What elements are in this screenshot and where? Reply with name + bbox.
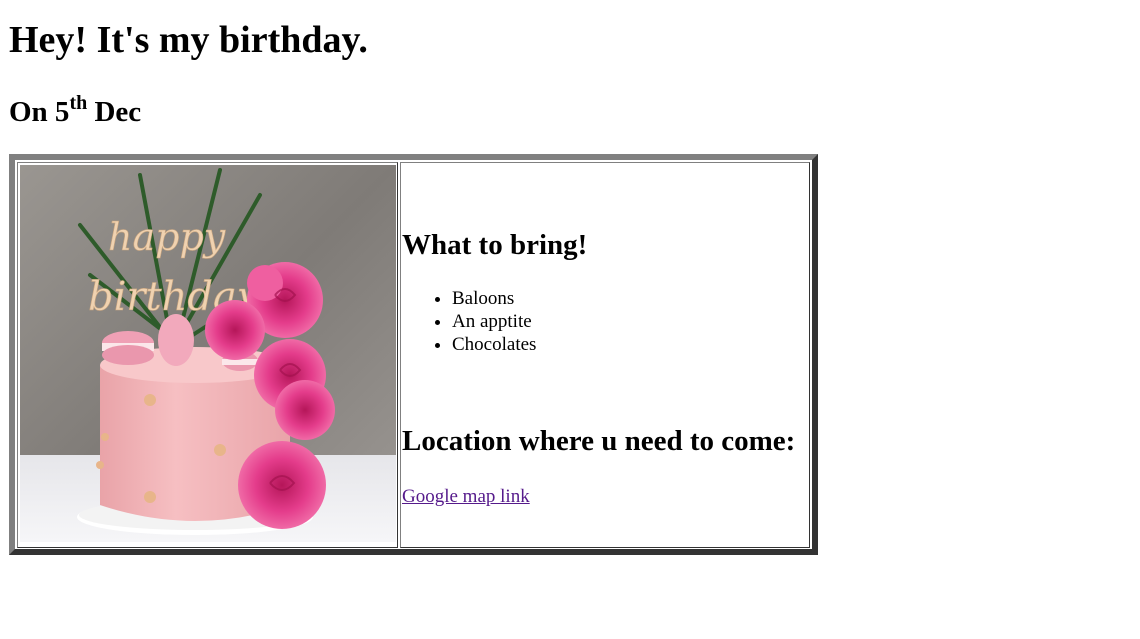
list-item: An apptite: [452, 310, 536, 333]
list-item: Chocolates: [452, 333, 536, 356]
birthday-cake-image: happy birthday: [20, 165, 396, 542]
page: Hey! It's my birthday. On 5th Dec happy …: [0, 0, 1140, 639]
what-to-bring-heading: What to bring!: [402, 229, 588, 261]
date-prefix: On 5: [9, 96, 70, 128]
date-month: Dec: [87, 96, 142, 128]
location-heading: Location where u need to come:: [402, 425, 796, 457]
bring-list: Baloons An apptite Chocolates: [402, 287, 536, 356]
cake-image-cell: happy birthday: [17, 162, 398, 548]
google-map-link[interactable]: Google map link: [402, 485, 530, 509]
info-cell: What to bring! Baloons An apptite Chocol…: [400, 162, 810, 548]
list-item: Baloons: [452, 287, 536, 310]
invitation-table: happy birthday What to bring! • Baloons …: [9, 154, 818, 555]
date-ordinal-suffix: th: [69, 92, 88, 114]
topper-text-happy: happy: [108, 215, 226, 259]
birthday-date: On 5th Dec: [9, 92, 141, 132]
page-title: Hey! It's my birthday.: [9, 19, 368, 61]
